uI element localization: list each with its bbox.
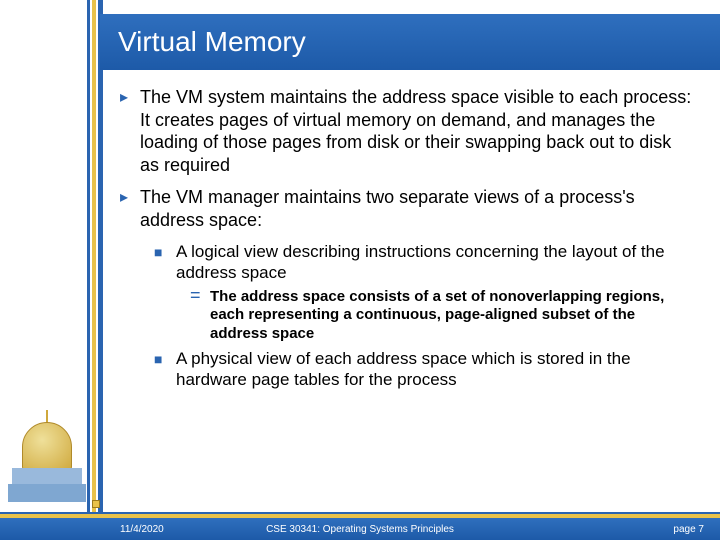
slide: Virtual Memory ▸ The VM system maintains… [0,0,720,540]
slide-title: Virtual Memory [118,26,306,58]
bullet-text: The address space consists of a set of n… [210,288,692,344]
bullet-level2: ■ A logical view describing instructions… [154,241,692,284]
gold-square-icon [92,500,100,508]
bullet-marker-icon: ▸ [120,186,140,231]
bullet-text: A physical view of each address space wh… [176,348,692,391]
bullet-level3: = The address space consists of a set of… [190,288,692,344]
footer-date: 11/4/2020 [120,524,164,535]
footer-course: CSE 30341: Operating Systems Principles [0,524,720,535]
equals-bullet-icon: = [190,288,210,344]
bullet-level1: ▸ The VM system maintains the address sp… [120,86,692,176]
title-bar: Virtual Memory [100,14,720,70]
bullet-text: A logical view describing instructions c… [176,241,692,284]
bullet-marker-icon: ▸ [120,86,140,176]
bullet-level1: ▸ The VM manager maintains two separate … [120,186,692,231]
bullet-text: The VM manager maintains two separate vi… [140,186,692,231]
rail-line-gold [92,0,96,540]
bullet-level2: ■ A physical view of each address space … [154,348,692,391]
dome [22,422,72,472]
square-bullet-icon: ■ [154,241,176,284]
rail-line-blue-thick [98,0,103,540]
footer-page: page 7 [673,524,704,535]
bullet-text: The VM system maintains the address spac… [140,86,692,176]
dome-base-upper [12,468,82,484]
dome-base-lower [8,484,86,502]
rail-line-blue-thin [87,0,90,540]
slide-body: ▸ The VM system maintains the address sp… [120,86,692,500]
square-bullet-icon: ■ [154,348,176,391]
dome-emblem-icon [8,414,86,506]
footer-bar: 11/4/2020 CSE 30341: Operating Systems P… [0,518,720,540]
